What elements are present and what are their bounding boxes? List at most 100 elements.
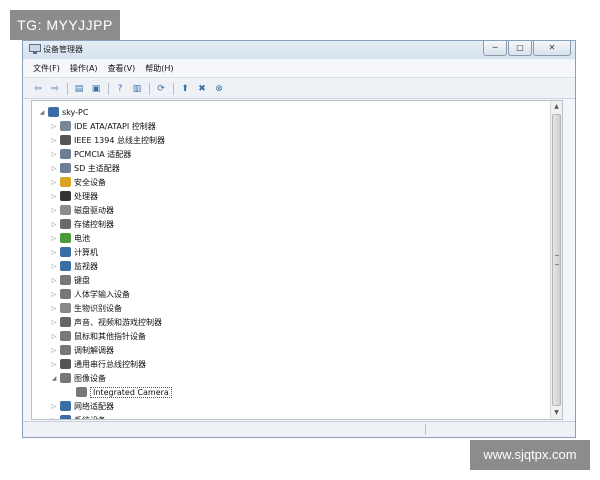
expand-toggle-icon[interactable]: ▷ — [50, 193, 58, 200]
close-button[interactable]: ✕ — [533, 41, 571, 56]
tree-node[interactable]: ▷ 网络适配器 — [50, 399, 114, 413]
menu-action[interactable]: 操作(A) — [70, 63, 98, 74]
forward-icon[interactable]: ⇨ — [48, 82, 62, 96]
tree-node[interactable]: ▷ 鼠标和其他指针设备 — [50, 329, 146, 343]
scroll-down-arrow-icon[interactable]: ▼ — [551, 407, 562, 419]
uninstall-device-icon[interactable]: ⊗ — [212, 82, 226, 96]
scroll-up-arrow-icon[interactable]: ▲ — [551, 101, 562, 113]
expand-toggle-icon[interactable]: ▷ — [50, 305, 58, 312]
minimize-button[interactable]: ─ — [483, 41, 507, 56]
window-controls: ─ □ ✕ — [483, 41, 571, 57]
tree-node-label: 调制解调器 — [74, 345, 114, 355]
monitor-icon — [60, 261, 71, 271]
tree-node[interactable]: ▷ 监视器 — [50, 259, 98, 273]
status-divider — [425, 424, 426, 435]
expand-toggle-icon[interactable]: ▷ — [50, 165, 58, 172]
toolbar-separator — [149, 82, 150, 95]
expand-toggle-icon[interactable]: ▷ — [50, 151, 58, 158]
back-icon[interactable]: ⇦ — [31, 82, 45, 96]
expand-toggle-icon[interactable]: ▷ — [50, 221, 58, 228]
expand-toggle-icon[interactable]: ▷ — [50, 249, 58, 256]
ide-controller-icon — [60, 121, 71, 131]
tree-node[interactable]: ▷ 系统设备 — [50, 413, 106, 420]
expand-toggle-icon[interactable]: ▷ — [50, 291, 58, 298]
network-adapter-icon — [60, 401, 71, 411]
tree-node-label: 存储控制器 — [74, 219, 114, 229]
tree-node[interactable]: ▷ 处理器 — [50, 189, 98, 203]
tree-node-label: 鼠标和其他指针设备 — [74, 331, 146, 341]
tree-node[interactable]: ▷ 磁盘驱动器 — [50, 203, 114, 217]
expand-toggle-icon[interactable]: ▷ — [50, 179, 58, 186]
toolbar: ⇦ ⇨ ▤ ▣? ▥ ⟳ ⬆ ✖ ⊗ — [23, 79, 575, 99]
properties-icon[interactable]: ▤ — [72, 82, 86, 96]
expand-toggle-icon[interactable]: ▷ — [50, 137, 58, 144]
expand-toggle-icon[interactable]: ▷ — [50, 263, 58, 270]
expand-toggle-icon[interactable]: ◢ — [38, 109, 46, 116]
tree-node[interactable]: ▷ 键盘 — [50, 273, 90, 287]
view-icon[interactable]: ▣ — [89, 82, 103, 96]
tree-node[interactable]: ▷ 安全设备 — [50, 175, 106, 189]
device-tree: ▲ ▼ ◢ sky-PC ▷ IDE ATA/ATAPI 控制器 ▷ IEEE 1394 … — [31, 100, 563, 420]
tree-node[interactable]: ▷ 生物识别设备 — [50, 301, 122, 315]
disk-drive-icon — [60, 205, 71, 215]
tree-root[interactable]: ◢ sky-PC — [38, 105, 88, 119]
window-title: 设备管理器 — [43, 45, 83, 54]
expand-toggle-icon[interactable]: ▷ — [50, 319, 58, 326]
tree-node[interactable]: ▷ 存储控制器 — [50, 217, 114, 231]
tree-node-label: SD 主适配器 — [74, 163, 120, 173]
scroll-thumb[interactable] — [552, 114, 561, 406]
expand-toggle-icon[interactable]: ◢ — [50, 375, 58, 382]
expand-toggle-icon[interactable]: ▷ — [50, 347, 58, 354]
tree-node-label: PCMCIA 适配器 — [74, 149, 132, 159]
update-driver-icon[interactable]: ⬆ — [178, 82, 192, 96]
menu-file[interactable]: 文件(F) — [33, 63, 60, 74]
tree-node-label: 处理器 — [74, 191, 98, 201]
expand-toggle-icon[interactable]: ▷ — [50, 277, 58, 284]
tree-node-label: 键盘 — [74, 275, 90, 285]
tree-node[interactable]: ◢ 图像设备 — [50, 371, 106, 385]
toolbar-separator — [67, 82, 68, 95]
tree-node[interactable]: ▷ 人体学输入设备 — [50, 287, 130, 301]
tree-node[interactable]: ▷ 通用串行总线控制器 — [50, 357, 146, 371]
tree-node-label: 通用串行总线控制器 — [74, 359, 146, 369]
tree-node-label: 人体学输入设备 — [74, 289, 130, 299]
biometric-icon — [60, 303, 71, 313]
device-manager-window: 设备管理器 ─ □ ✕ 文件(F) 操作(A) 查看(V) 帮助(H) ⇦ ⇨ ▤ ▣… — [22, 40, 576, 438]
menu-help[interactable]: 帮助(H) — [145, 63, 173, 74]
expand-toggle-icon[interactable]: ▷ — [50, 403, 58, 410]
tree-node-label: 图像设备 — [74, 373, 106, 383]
expand-toggle-icon[interactable]: ▷ — [50, 123, 58, 130]
tree-node-label: Integrated Camera — [90, 386, 172, 398]
imaging-device-icon — [60, 373, 71, 383]
storage-controller-icon — [60, 219, 71, 229]
tree-node[interactable]: Integrated Camera — [66, 385, 172, 399]
tree-node[interactable]: ▷ 调制解调器 — [50, 343, 114, 357]
disable-device-icon[interactable]: ✖ — [195, 82, 209, 96]
expand-toggle-icon[interactable]: ▷ — [50, 333, 58, 340]
maximize-button[interactable]: □ — [508, 41, 532, 56]
tree-node[interactable]: ▷ 计算机 — [50, 245, 98, 259]
status-bar — [23, 421, 575, 437]
help-icon[interactable]: ? — [113, 82, 127, 96]
processor-icon — [60, 191, 71, 201]
usb-controller-icon — [60, 359, 71, 369]
menu-view[interactable]: 查看(V) — [108, 63, 136, 74]
title-bar[interactable]: 设备管理器 ─ □ ✕ — [23, 41, 575, 59]
tree-node[interactable]: ▷ 声音、视频和游戏控制器 — [50, 315, 162, 329]
expand-toggle-icon[interactable]: ▷ — [50, 417, 58, 420]
details-icon[interactable]: ▥ — [130, 82, 144, 96]
expand-toggle-icon[interactable]: ▷ — [50, 361, 58, 368]
tree-node[interactable]: ▷ PCMCIA 适配器 — [50, 147, 131, 161]
menu-bar: 文件(F) 操作(A) 查看(V) 帮助(H) — [23, 60, 575, 78]
expand-toggle-icon[interactable]: ▷ — [50, 207, 58, 214]
tree-node[interactable]: ▷ SD 主适配器 — [50, 161, 120, 175]
tree-node-label: 声音、视频和游戏控制器 — [74, 317, 162, 327]
tree-node[interactable]: ▷ IDE ATA/ATAPI 控制器 — [50, 119, 156, 133]
pcmcia-icon — [60, 149, 71, 159]
expand-toggle-icon[interactable]: ▷ — [50, 235, 58, 242]
scan-hardware-icon[interactable]: ⟳ — [154, 82, 168, 96]
tree-node-label: 监视器 — [74, 261, 98, 271]
tree-node[interactable]: ▷ IEEE 1394 总线主控制器 — [50, 133, 165, 147]
tree-node[interactable]: ▷ 电池 — [50, 231, 90, 245]
vertical-scrollbar[interactable]: ▲ ▼ — [550, 101, 562, 419]
